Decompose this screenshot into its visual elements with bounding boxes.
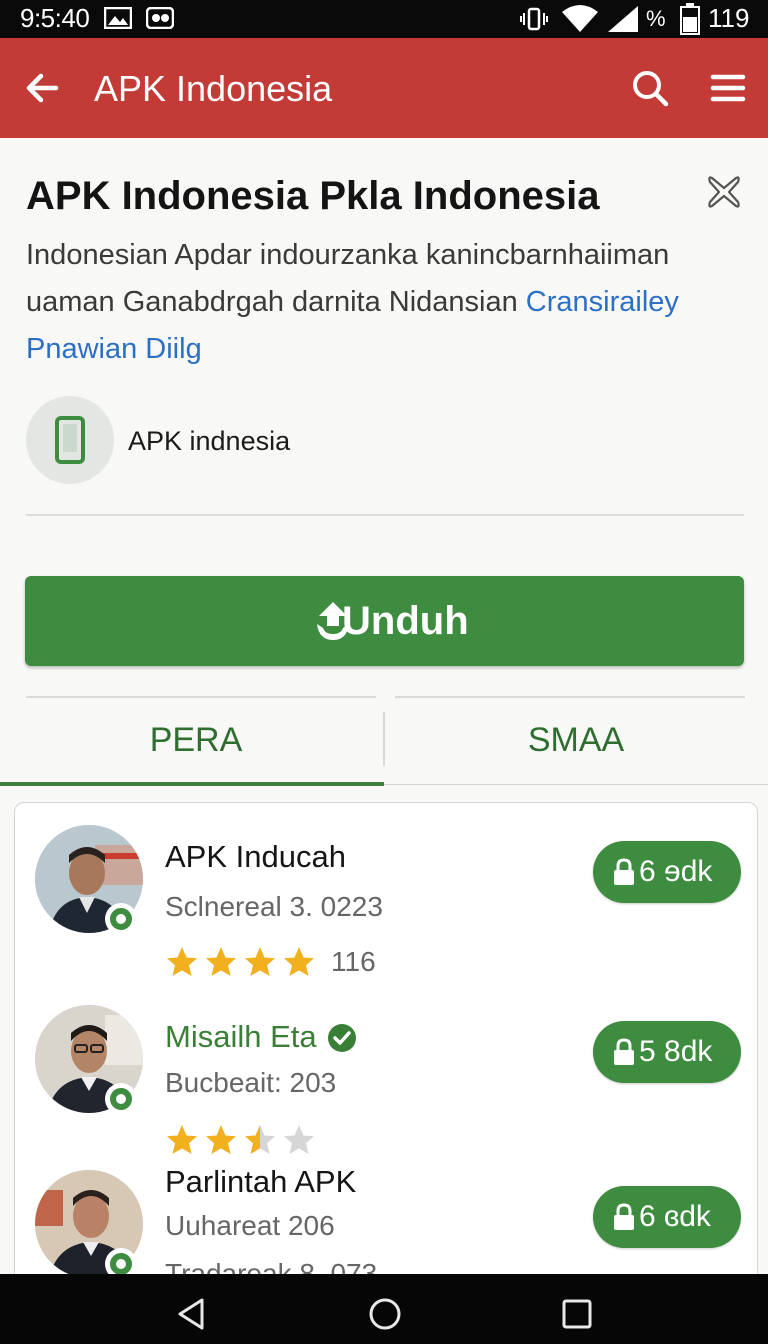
star-icon: [245, 947, 275, 976]
nav-recents-icon[interactable]: [557, 1294, 597, 1334]
tab-underline: [384, 784, 768, 785]
battery-icon: [680, 3, 700, 35]
divider: [395, 696, 745, 698]
menu-icon[interactable]: [708, 68, 748, 108]
list-item[interactable]: APK Inducah Sclnereal 3. 0223 116 6 ɘdk: [15, 803, 757, 977]
lock-icon: [614, 858, 634, 885]
nav-back-icon[interactable]: [172, 1294, 212, 1334]
item-action-button[interactable]: 6 ɞdk: [593, 1186, 741, 1248]
app-detail-content: APK Indonesia Pkla Indonesia Indonesian …: [0, 138, 768, 1304]
download-button[interactable]: Unduh: [25, 576, 744, 666]
system-nav-bar: [0, 1274, 768, 1344]
divider: [26, 696, 376, 698]
star-icon: [167, 947, 197, 976]
star-icon: [284, 947, 314, 976]
status-bar: 9:5:40 % 119: [0, 0, 768, 38]
item-action-button[interactable]: 6 ɘdk: [593, 841, 741, 903]
divider: [26, 514, 744, 516]
list-item[interactable]: Misailh Eta Bucbeait: 203 5 8dk: [15, 983, 757, 1154]
signal-icon: [608, 6, 638, 32]
back-arrow-icon[interactable]: [22, 68, 62, 108]
vibrate-icon: [520, 7, 548, 31]
online-status-icon: [105, 1083, 137, 1115]
online-status-icon: [105, 903, 137, 935]
app-heading: APK Indonesia Pkla Indonesia: [26, 174, 600, 218]
item-subtitle: Uuhareat 206: [165, 1210, 335, 1241]
battery-level: 119: [708, 3, 750, 33]
item-action-label: 6 ɘdk: [639, 855, 713, 888]
app-list-card: APK Inducah Sclnereal 3. 0223 116 6 ɘdk …: [14, 802, 758, 1304]
item-action-button[interactable]: 5 8dk: [593, 1021, 741, 1083]
item-name: APK Inducah: [165, 839, 346, 874]
item-action-label: 6 ɞdk: [639, 1200, 711, 1233]
rating-count: 116: [331, 946, 376, 977]
star-icon: [206, 947, 236, 976]
app-bar-title: APK Indonesia: [94, 68, 333, 109]
rating-stars: 116: [165, 945, 376, 981]
app-bar: APK Indonesia: [0, 38, 768, 138]
lock-icon: [614, 1203, 634, 1230]
active-tab-indicator: [0, 782, 384, 786]
download-button-label: Unduh: [342, 599, 469, 643]
close-icon[interactable]: [704, 172, 744, 212]
item-subtitle: Sclnereal 3. 0223: [165, 891, 383, 922]
item-name: Parlintah APK: [165, 1164, 357, 1199]
item-subtitle: Bucbeait: 203: [165, 1067, 337, 1098]
media-icon: [146, 7, 174, 29]
status-time: 9:5:40: [20, 3, 90, 33]
nav-home-icon[interactable]: [365, 1294, 405, 1334]
wifi-icon: [562, 5, 598, 32]
battery-percent-label: %: [646, 6, 666, 31]
gallery-icon: [104, 7, 132, 29]
item-action-label: 5 8dk: [639, 1035, 713, 1068]
tab-smaa[interactable]: SMAA: [384, 712, 768, 786]
tab-pera[interactable]: PERA: [4, 712, 388, 786]
item-name: Misailh Eta: [165, 1019, 317, 1054]
search-icon[interactable]: [630, 68, 670, 108]
verified-icon: [328, 1024, 356, 1052]
phone-icon: [55, 416, 85, 464]
app-description: Indonesian Apdar indourzanka kanincbarnh…: [26, 232, 742, 373]
publisher-name[interactable]: APK indnesia: [128, 426, 290, 457]
lock-icon: [614, 1038, 634, 1065]
publisher-avatar[interactable]: [26, 396, 114, 484]
